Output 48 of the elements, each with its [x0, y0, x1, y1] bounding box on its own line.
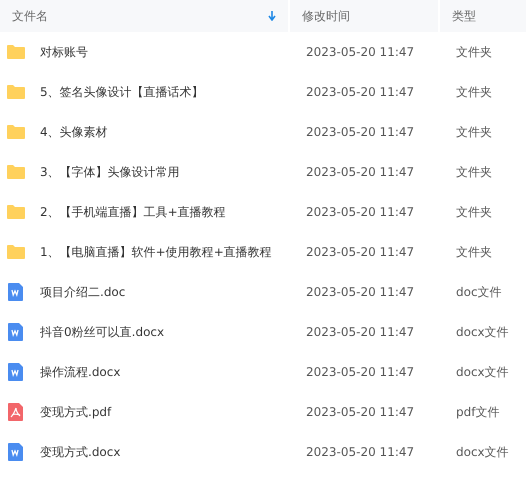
file-name[interactable]: 1、【电脑直播】软件+使用教程+直播教程	[40, 243, 272, 261]
file-type: 文件夹	[455, 84, 492, 101]
file-name[interactable]: 4、头像素材	[40, 123, 108, 141]
word-document-icon	[6, 362, 26, 382]
folder-icon	[6, 242, 26, 262]
file-name[interactable]: 变现方式.pdf	[40, 403, 112, 421]
modified-time: 2023-05-20 11:47	[305, 364, 414, 381]
file-name[interactable]: 操作流程.docx	[40, 363, 120, 381]
file-name[interactable]: 抖音0粉丝可以直.docx	[40, 323, 164, 341]
file-type: 文件夹	[455, 204, 492, 221]
file-type: 文件夹	[455, 124, 492, 141]
modified-time: 2023-05-20 11:47	[305, 284, 414, 301]
file-type: doc文件	[455, 284, 502, 301]
folder-icon	[6, 162, 26, 182]
folder-icon	[6, 122, 26, 142]
folder-icon	[6, 42, 26, 62]
modified-time: 2023-05-20 11:47	[305, 84, 414, 101]
name-column-header[interactable]: 文件名	[0, 0, 290, 32]
word-document-icon	[6, 322, 26, 342]
file-type: 文件夹	[455, 44, 492, 61]
file-type: docx文件	[455, 444, 509, 461]
file-type: docx文件	[455, 364, 509, 381]
file-name[interactable]: 2、【手机端直播】工具+直播教程	[40, 203, 226, 221]
file-type: 文件夹	[455, 164, 492, 181]
modified-time: 2023-05-20 11:47	[305, 204, 414, 221]
file-type: pdf文件	[455, 404, 500, 421]
modified-column-header[interactable]: 修改时间	[290, 0, 440, 32]
file-name[interactable]: 5、签名头像设计【直播话术】	[40, 83, 204, 101]
file-name[interactable]: 3、【字体】头像设计常用	[40, 163, 180, 181]
file-name[interactable]: 项目介绍二.doc	[40, 283, 126, 301]
file-type: docx文件	[455, 324, 509, 341]
file-type: 文件夹	[455, 244, 492, 261]
file-name[interactable]: 变现方式.docx	[40, 443, 120, 461]
folder-icon	[6, 202, 26, 222]
file-name[interactable]: 对标账号	[40, 43, 88, 61]
word-document-icon	[6, 282, 26, 302]
modified-time: 2023-05-20 11:47	[305, 444, 414, 461]
folder-icon	[6, 82, 26, 102]
modified-time: 2023-05-20 11:47	[305, 404, 414, 421]
modified-time: 2023-05-20 11:47	[305, 44, 414, 61]
pdf-document-icon	[6, 402, 26, 422]
sort-arrow-icon	[268, 11, 276, 21]
modified-time: 2023-05-20 11:47	[305, 324, 414, 341]
modified-time: 2023-05-20 11:47	[305, 244, 414, 261]
modified-time: 2023-05-20 11:47	[305, 164, 414, 181]
modified-time: 2023-05-20 11:47	[305, 124, 414, 141]
type-column-header[interactable]: 类型	[440, 0, 528, 32]
word-document-icon	[6, 442, 26, 462]
